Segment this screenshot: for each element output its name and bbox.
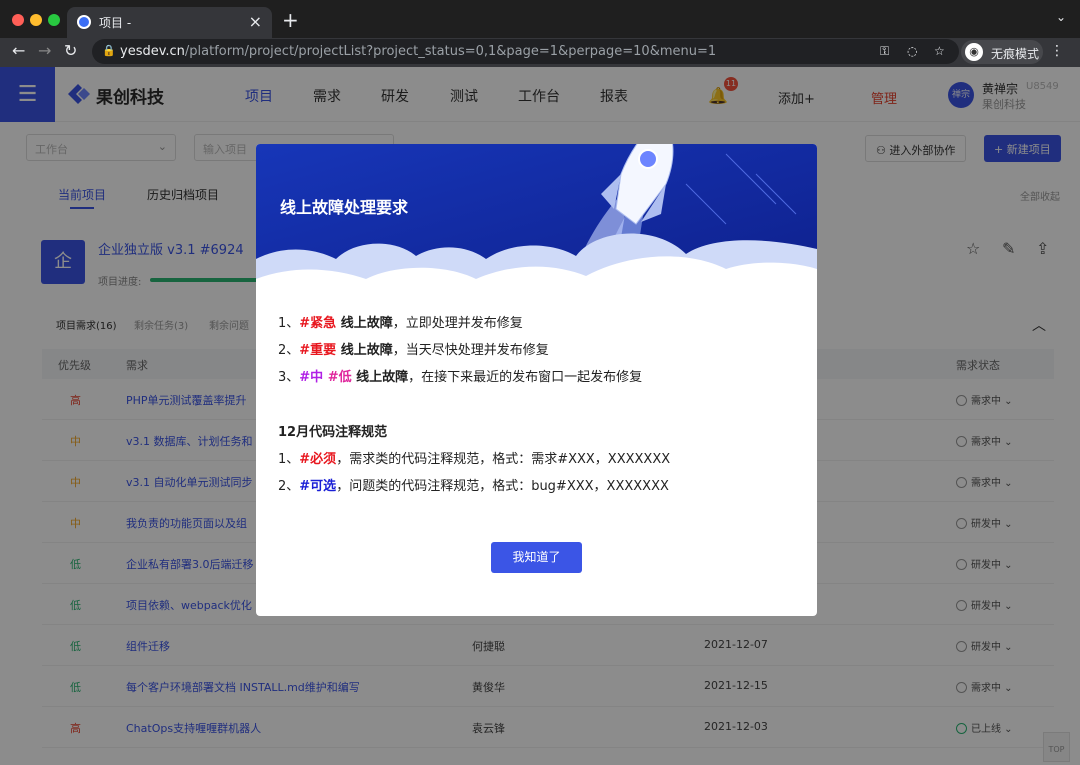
eye-off-icon[interactable]: ◌ bbox=[907, 44, 917, 58]
section-title-comment-rules: 12月代码注释规范 bbox=[278, 425, 388, 440]
rule-line-3: 3、#中 #低 线上故障，在接下来最近的发布窗口一起发布修复 bbox=[278, 370, 643, 385]
rocket-cloud-illustration bbox=[256, 144, 817, 304]
rule-line-1: 1、#紧急 线上故障，立即处理并发布修复 bbox=[278, 316, 523, 331]
tab-title: 项目 - bbox=[99, 16, 132, 30]
minimize-window-button[interactable] bbox=[30, 14, 42, 26]
announcement-modal: 线上故障处理要求 1、#紧急 线上故障，立即处理并发布修复 2、#重要 线上故障… bbox=[256, 144, 817, 616]
close-window-button[interactable] bbox=[12, 14, 24, 26]
page: ☰ 果创科技 项目 需求 研发 测试 工作台 报表 🔔 11 添加+ 管理 禅宗… bbox=[0, 67, 1080, 765]
tab-strip: 项目 - × + ⌄ bbox=[0, 0, 1080, 38]
maximize-window-button[interactable] bbox=[48, 14, 60, 26]
modal-title: 线上故障处理要求 bbox=[280, 198, 409, 217]
address-bar[interactable]: 🔒 yesdev.cn/platform/project/projectList… bbox=[92, 39, 959, 64]
chevron-down-icon[interactable]: ⌄ bbox=[1056, 10, 1066, 24]
rule-line-4: 1、#必须，需求类的代码注释规范，格式：需求#XXX，XXXXXXX bbox=[278, 452, 671, 467]
acknowledge-button[interactable]: 我知道了 bbox=[491, 542, 582, 573]
incognito-icon: ◉ bbox=[965, 43, 983, 61]
lock-icon: 🔒 bbox=[102, 44, 116, 57]
browser-chrome: 项目 - × + ⌄ ← → ↻ 🔒 yesdev.cn/platform/pr… bbox=[0, 0, 1080, 67]
modal-banner: 线上故障处理要求 bbox=[256, 144, 817, 304]
rule-line-2: 2、#重要 线上故障，当天尽快处理并发布修复 bbox=[278, 343, 549, 358]
incognito-label: 无痕模式 bbox=[991, 47, 1040, 61]
browser-tab[interactable]: 项目 - × bbox=[67, 7, 272, 38]
forward-icon[interactable]: → bbox=[38, 41, 51, 60]
browser-toolbar: ← → ↻ 🔒 yesdev.cn/platform/project/proje… bbox=[0, 38, 1080, 67]
star-icon[interactable]: ☆ bbox=[934, 44, 945, 58]
rule-line-5: 2、#可选，问题类的代码注释规范，格式：bug#XXX，XXXXXXX bbox=[278, 479, 669, 494]
rocket-icon bbox=[601, 144, 674, 225]
back-icon[interactable]: ← bbox=[12, 41, 25, 60]
close-icon[interactable]: × bbox=[249, 12, 262, 31]
key-icon[interactable]: ⚿ bbox=[880, 44, 889, 59]
incognito-badge[interactable]: ◉ 无痕模式 bbox=[961, 40, 1043, 64]
new-tab-icon[interactable]: + bbox=[282, 8, 299, 32]
favicon-icon bbox=[77, 15, 91, 29]
menu-icon[interactable]: ⋮ bbox=[1050, 43, 1064, 59]
url-text: yesdev.cn/platform/project/projectList?p… bbox=[120, 44, 717, 59]
reload-icon[interactable]: ↻ bbox=[64, 41, 77, 60]
